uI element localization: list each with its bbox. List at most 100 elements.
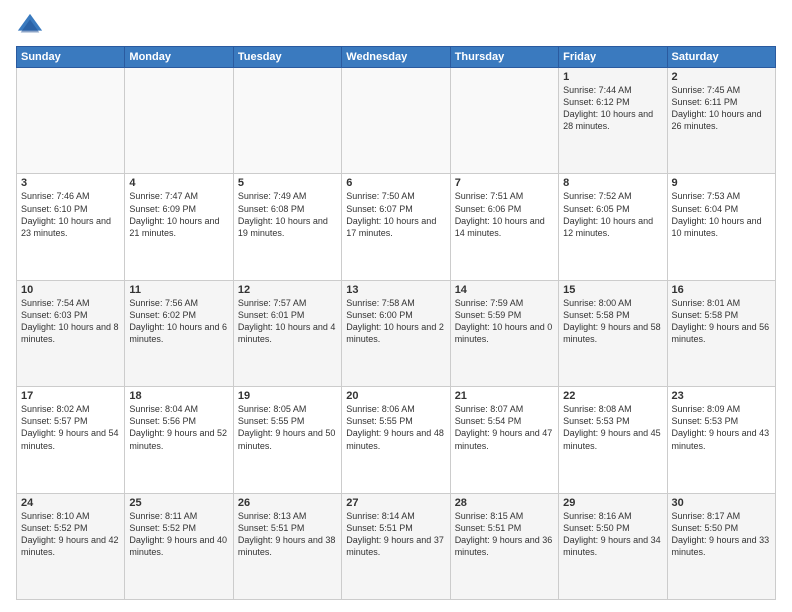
day-info: Sunrise: 7:53 AMSunset: 6:04 PMDaylight:… — [672, 190, 771, 239]
calendar-cell: 19Sunrise: 8:05 AMSunset: 5:55 PMDayligh… — [233, 387, 341, 493]
calendar-weekday-friday: Friday — [559, 47, 667, 68]
calendar-cell: 3Sunrise: 7:46 AMSunset: 6:10 PMDaylight… — [17, 174, 125, 280]
day-number: 29 — [563, 497, 662, 509]
day-number: 12 — [238, 284, 337, 296]
logo — [16, 12, 48, 40]
day-info: Sunrise: 7:56 AMSunset: 6:02 PMDaylight:… — [129, 297, 228, 346]
calendar-cell — [450, 68, 558, 174]
day-info: Sunrise: 8:11 AMSunset: 5:52 PMDaylight:… — [129, 510, 228, 559]
day-info: Sunrise: 8:09 AMSunset: 5:53 PMDaylight:… — [672, 403, 771, 452]
calendar-cell: 18Sunrise: 8:04 AMSunset: 5:56 PMDayligh… — [125, 387, 233, 493]
day-info: Sunrise: 7:49 AMSunset: 6:08 PMDaylight:… — [238, 190, 337, 239]
day-number: 2 — [672, 71, 771, 83]
day-info: Sunrise: 8:16 AMSunset: 5:50 PMDaylight:… — [563, 510, 662, 559]
calendar-cell: 1Sunrise: 7:44 AMSunset: 6:12 PMDaylight… — [559, 68, 667, 174]
calendar-week-row: 3Sunrise: 7:46 AMSunset: 6:10 PMDaylight… — [17, 174, 776, 280]
calendar-week-row: 1Sunrise: 7:44 AMSunset: 6:12 PMDaylight… — [17, 68, 776, 174]
calendar-cell: 22Sunrise: 8:08 AMSunset: 5:53 PMDayligh… — [559, 387, 667, 493]
day-info: Sunrise: 8:17 AMSunset: 5:50 PMDaylight:… — [672, 510, 771, 559]
calendar-cell: 12Sunrise: 7:57 AMSunset: 6:01 PMDayligh… — [233, 280, 341, 386]
day-number: 28 — [455, 497, 554, 509]
day-info: Sunrise: 8:05 AMSunset: 5:55 PMDaylight:… — [238, 403, 337, 452]
day-info: Sunrise: 8:13 AMSunset: 5:51 PMDaylight:… — [238, 510, 337, 559]
calendar-week-row: 24Sunrise: 8:10 AMSunset: 5:52 PMDayligh… — [17, 493, 776, 599]
day-number: 22 — [563, 390, 662, 402]
day-info: Sunrise: 8:06 AMSunset: 5:55 PMDaylight:… — [346, 403, 445, 452]
calendar-cell: 16Sunrise: 8:01 AMSunset: 5:58 PMDayligh… — [667, 280, 775, 386]
day-info: Sunrise: 7:47 AMSunset: 6:09 PMDaylight:… — [129, 190, 228, 239]
day-info: Sunrise: 7:44 AMSunset: 6:12 PMDaylight:… — [563, 84, 662, 133]
day-number: 18 — [129, 390, 228, 402]
day-info: Sunrise: 8:15 AMSunset: 5:51 PMDaylight:… — [455, 510, 554, 559]
calendar-weekday-thursday: Thursday — [450, 47, 558, 68]
calendar-cell: 30Sunrise: 8:17 AMSunset: 5:50 PMDayligh… — [667, 493, 775, 599]
header — [16, 12, 776, 40]
calendar-cell: 2Sunrise: 7:45 AMSunset: 6:11 PMDaylight… — [667, 68, 775, 174]
day-number: 9 — [672, 177, 771, 189]
day-number: 3 — [21, 177, 120, 189]
day-info: Sunrise: 8:07 AMSunset: 5:54 PMDaylight:… — [455, 403, 554, 452]
day-info: Sunrise: 7:59 AMSunset: 5:59 PMDaylight:… — [455, 297, 554, 346]
page: SundayMondayTuesdayWednesdayThursdayFrid… — [0, 0, 792, 612]
day-number: 21 — [455, 390, 554, 402]
day-number: 17 — [21, 390, 120, 402]
calendar-cell — [233, 68, 341, 174]
calendar-cell: 8Sunrise: 7:52 AMSunset: 6:05 PMDaylight… — [559, 174, 667, 280]
calendar-cell: 6Sunrise: 7:50 AMSunset: 6:07 PMDaylight… — [342, 174, 450, 280]
calendar-cell: 5Sunrise: 7:49 AMSunset: 6:08 PMDaylight… — [233, 174, 341, 280]
calendar-cell: 23Sunrise: 8:09 AMSunset: 5:53 PMDayligh… — [667, 387, 775, 493]
day-info: Sunrise: 7:51 AMSunset: 6:06 PMDaylight:… — [455, 190, 554, 239]
calendar-cell — [17, 68, 125, 174]
day-number: 19 — [238, 390, 337, 402]
calendar-cell: 25Sunrise: 8:11 AMSunset: 5:52 PMDayligh… — [125, 493, 233, 599]
day-number: 15 — [563, 284, 662, 296]
calendar-cell: 13Sunrise: 7:58 AMSunset: 6:00 PMDayligh… — [342, 280, 450, 386]
day-info: Sunrise: 8:01 AMSunset: 5:58 PMDaylight:… — [672, 297, 771, 346]
calendar-cell: 26Sunrise: 8:13 AMSunset: 5:51 PMDayligh… — [233, 493, 341, 599]
day-info: Sunrise: 7:52 AMSunset: 6:05 PMDaylight:… — [563, 190, 662, 239]
calendar-weekday-tuesday: Tuesday — [233, 47, 341, 68]
day-number: 27 — [346, 497, 445, 509]
calendar-cell: 11Sunrise: 7:56 AMSunset: 6:02 PMDayligh… — [125, 280, 233, 386]
calendar-cell — [342, 68, 450, 174]
calendar-cell: 24Sunrise: 8:10 AMSunset: 5:52 PMDayligh… — [17, 493, 125, 599]
day-number: 6 — [346, 177, 445, 189]
calendar-week-row: 17Sunrise: 8:02 AMSunset: 5:57 PMDayligh… — [17, 387, 776, 493]
calendar-cell: 10Sunrise: 7:54 AMSunset: 6:03 PMDayligh… — [17, 280, 125, 386]
day-info: Sunrise: 7:58 AMSunset: 6:00 PMDaylight:… — [346, 297, 445, 346]
day-info: Sunrise: 7:50 AMSunset: 6:07 PMDaylight:… — [346, 190, 445, 239]
calendar-cell: 28Sunrise: 8:15 AMSunset: 5:51 PMDayligh… — [450, 493, 558, 599]
day-info: Sunrise: 8:02 AMSunset: 5:57 PMDaylight:… — [21, 403, 120, 452]
day-number: 7 — [455, 177, 554, 189]
logo-icon — [16, 12, 44, 40]
day-info: Sunrise: 8:00 AMSunset: 5:58 PMDaylight:… — [563, 297, 662, 346]
day-info: Sunrise: 8:10 AMSunset: 5:52 PMDaylight:… — [21, 510, 120, 559]
day-number: 4 — [129, 177, 228, 189]
day-number: 13 — [346, 284, 445, 296]
day-number: 30 — [672, 497, 771, 509]
day-number: 8 — [563, 177, 662, 189]
day-number: 5 — [238, 177, 337, 189]
calendar-table: SundayMondayTuesdayWednesdayThursdayFrid… — [16, 46, 776, 600]
day-number: 25 — [129, 497, 228, 509]
day-info: Sunrise: 7:54 AMSunset: 6:03 PMDaylight:… — [21, 297, 120, 346]
day-number: 14 — [455, 284, 554, 296]
calendar-cell: 7Sunrise: 7:51 AMSunset: 6:06 PMDaylight… — [450, 174, 558, 280]
calendar-cell — [125, 68, 233, 174]
day-number: 24 — [21, 497, 120, 509]
calendar-cell: 17Sunrise: 8:02 AMSunset: 5:57 PMDayligh… — [17, 387, 125, 493]
calendar-cell: 14Sunrise: 7:59 AMSunset: 5:59 PMDayligh… — [450, 280, 558, 386]
calendar-cell: 9Sunrise: 7:53 AMSunset: 6:04 PMDaylight… — [667, 174, 775, 280]
calendar-cell: 4Sunrise: 7:47 AMSunset: 6:09 PMDaylight… — [125, 174, 233, 280]
day-number: 23 — [672, 390, 771, 402]
calendar-cell: 15Sunrise: 8:00 AMSunset: 5:58 PMDayligh… — [559, 280, 667, 386]
calendar-header-row: SundayMondayTuesdayWednesdayThursdayFrid… — [17, 47, 776, 68]
day-info: Sunrise: 7:46 AMSunset: 6:10 PMDaylight:… — [21, 190, 120, 239]
calendar-week-row: 10Sunrise: 7:54 AMSunset: 6:03 PMDayligh… — [17, 280, 776, 386]
calendar-weekday-saturday: Saturday — [667, 47, 775, 68]
calendar-weekday-wednesday: Wednesday — [342, 47, 450, 68]
day-info: Sunrise: 7:57 AMSunset: 6:01 PMDaylight:… — [238, 297, 337, 346]
calendar-cell: 27Sunrise: 8:14 AMSunset: 5:51 PMDayligh… — [342, 493, 450, 599]
day-number: 11 — [129, 284, 228, 296]
calendar-weekday-monday: Monday — [125, 47, 233, 68]
